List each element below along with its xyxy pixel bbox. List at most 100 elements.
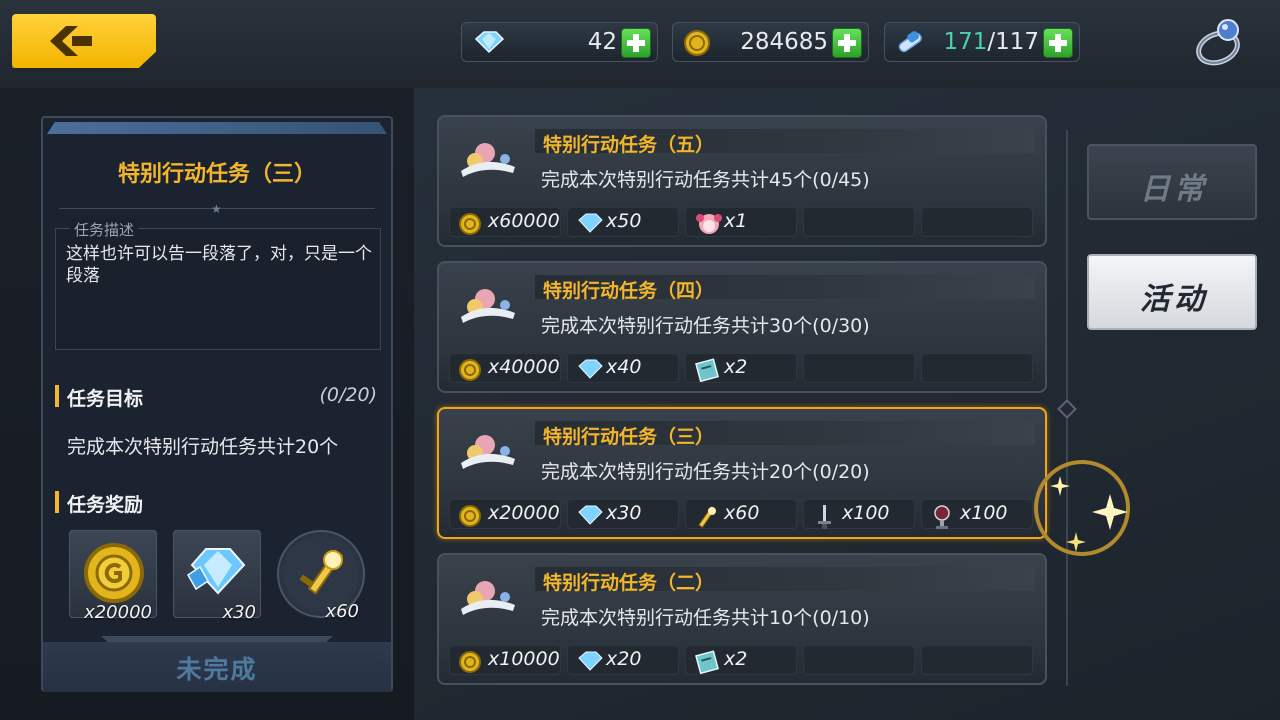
reward-slot: x60 <box>685 499 797 529</box>
gold-coin-icon <box>459 359 481 381</box>
gold-coin-icon <box>84 543 144 603</box>
sparkle-icon <box>1050 476 1128 552</box>
description-text: 这样也许可以告一段落了，对，只是一个段落 <box>66 244 372 286</box>
empty-reward-slot <box>921 645 1033 675</box>
task-card-2[interactable]: 特别行动任务（二） 完成本次特别行动任务共计10个(0/10) x10000 x… <box>437 553 1047 685</box>
reward-slot: x60000 <box>449 207 561 237</box>
gold-coin-icon <box>459 651 481 673</box>
reward-count: x50 <box>606 210 642 232</box>
reward-count: x40 <box>606 356 642 378</box>
crystal-icon <box>474 31 505 54</box>
add-stamina-button[interactable] <box>1043 28 1073 58</box>
reward-count: x2 <box>724 356 748 378</box>
reward-count: x60000 <box>488 210 560 232</box>
golden-sword-icon <box>299 549 344 595</box>
task-description: 完成本次特别行动任务共计20个(0/20) <box>541 461 870 483</box>
task-title-bar: 特别行动任务（二） <box>535 567 1035 594</box>
reward-slot: x2 <box>685 645 797 675</box>
badge-icon <box>934 505 950 529</box>
task-title: 特别行动任务（四） <box>543 280 715 302</box>
add-gems-button[interactable] <box>621 28 651 58</box>
crystal-icon <box>578 651 603 671</box>
detail-title: 特别行动任务（三） <box>117 162 316 187</box>
task-description: 完成本次特别行动任务共计30个(0/30) <box>541 315 870 337</box>
reward-slot: x20000 <box>449 499 561 529</box>
reward-slot: x100 <box>921 499 1033 529</box>
task-description: 完成本次特别行动任务共计10个(0/10) <box>541 607 870 629</box>
reward-item-sword[interactable]: x60 <box>277 530 365 622</box>
empty-reward-slot <box>803 353 915 383</box>
crystal-icon <box>578 359 603 379</box>
mission-emblem-icon <box>461 289 515 323</box>
goal-progress: (0/20) <box>319 384 378 406</box>
task-detail-panel: 特别行动任务（三） ★ 任务描述 这样也许可以告一段落了，对，只是一个段落 任务… <box>41 116 393 692</box>
reward-count: x30 <box>606 502 642 524</box>
task-title: 特别行动任务（五） <box>543 134 715 156</box>
reward-count: x60 <box>724 502 760 524</box>
gold-coin-icon <box>684 30 710 56</box>
crystal-icon <box>578 213 603 233</box>
task-card-3[interactable]: 特别行动任务（三） 完成本次特别行动任务共计20个(0/20) x20000 x… <box>437 407 1047 539</box>
reward-count: x20000 <box>488 502 560 524</box>
reward-count: x100 <box>842 502 890 524</box>
task-title-bar: 特别行动任务（三） <box>535 421 1035 448</box>
tab-daily-label: 日常 <box>1140 172 1208 207</box>
task-title: 特别行动任务（二） <box>543 572 715 594</box>
dagger-icon <box>818 505 831 529</box>
reward-slot: x30 <box>567 499 679 529</box>
reward-count: x20 <box>606 648 642 670</box>
crystal-icon <box>187 548 246 595</box>
reward-item-crystal[interactable]: x30 <box>173 530 261 623</box>
reward-count: x1 <box>724 210 748 232</box>
reward-item-gold[interactable]: x20000 <box>69 530 157 623</box>
reward-slot: x2 <box>685 353 797 383</box>
panel-header-bar <box>47 122 387 134</box>
ring-menu-icon[interactable] <box>1192 16 1248 70</box>
description-box: 任务描述 这样也许可以告一段落了，对，只是一个段落 <box>55 219 381 350</box>
empty-reward-slot <box>921 353 1033 383</box>
goal-text: 完成本次特别行动任务共计20个 <box>67 436 339 458</box>
reward-slot: x40 <box>567 353 679 383</box>
task-title-bar: 特别行动任务（四） <box>535 275 1035 302</box>
reward-count: x30 <box>222 602 256 623</box>
task-card-5[interactable]: 特别行动任务（五） 完成本次特别行动任务共计45个(0/45) x60000 x… <box>437 115 1047 247</box>
goal-heading: 任务目标 <box>55 384 143 411</box>
reward-slot: x40000 <box>449 353 561 383</box>
task-title: 特别行动任务（三） <box>543 426 715 448</box>
gold-coin-icon <box>459 213 481 235</box>
task-card-4[interactable]: 特别行动任务（四） 完成本次特别行动任务共计30个(0/30) x40000 x… <box>437 261 1047 393</box>
gold-counter: 284685 <box>672 22 869 62</box>
description-label: 任务描述 <box>70 219 139 240</box>
chevron-left-icon <box>50 26 92 56</box>
status-label: 未完成 <box>176 655 258 684</box>
stamina-amount: 171/117 <box>943 29 1039 55</box>
gold-amount: 284685 <box>740 29 828 55</box>
add-gold-button[interactable] <box>832 28 862 58</box>
tab-daily[interactable]: 日常 <box>1087 144 1257 220</box>
gem-amount: 42 <box>587 29 617 55</box>
reward-heading: 任务奖励 <box>55 490 143 517</box>
reward-slot: x50 <box>567 207 679 237</box>
chibi-character-icon <box>696 214 722 234</box>
empty-reward-slot <box>803 207 915 237</box>
ticket-book-icon <box>695 650 719 674</box>
golden-sword-icon <box>698 506 716 528</box>
mission-emblem-icon <box>461 435 515 469</box>
gold-coin-icon <box>459 505 481 527</box>
reward-count: x100 <box>960 502 1008 524</box>
task-title-bar: 特别行动任务（五） <box>535 129 1035 156</box>
reward-count: x20000 <box>84 602 152 623</box>
mission-emblem-icon <box>461 581 515 615</box>
stamina-counter: 171/117 <box>884 22 1080 62</box>
stamina-capsule-icon <box>898 31 922 53</box>
reward-slot: x1 <box>685 207 797 237</box>
back-button[interactable] <box>12 14 156 68</box>
reward-count: x10000 <box>488 648 560 670</box>
reward-count: x40000 <box>488 356 560 378</box>
reward-slot: x100 <box>803 499 915 529</box>
status-button[interactable]: 未完成 <box>43 642 391 692</box>
empty-reward-slot <box>803 645 915 675</box>
ticket-book-icon <box>695 358 719 382</box>
tab-event-label: 活动 <box>1140 282 1208 317</box>
tab-event[interactable]: 活动 <box>1087 254 1257 330</box>
